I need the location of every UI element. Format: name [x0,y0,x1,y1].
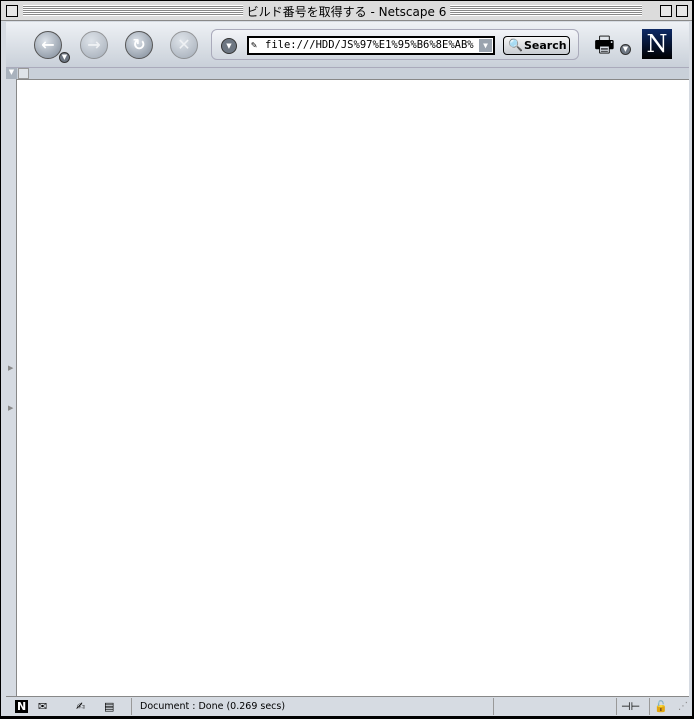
title-bar[interactable]: ビルド番号を取得する - Netscape 6 [1,1,692,21]
divider [131,698,132,715]
status-bar: N ✉ ✍ ▤ Document : Done (0.269 secs) ⊣⊢ … [6,696,689,716]
close-box[interactable] [6,5,18,17]
bookmarks-dropdown-icon[interactable]: ▼ [221,38,237,54]
sidebar-open-icon[interactable]: ▶ [8,364,13,372]
back-dropdown-icon[interactable]: ▼ [59,52,70,63]
url-text: file:///HDD/JS%97%E1%95%B6%8E%AB% [265,39,474,51]
reload-button[interactable]: ↻ [125,31,153,59]
url-history-dropdown-icon[interactable]: ▼ [479,39,492,52]
search-button[interactable]: 🔍 Search [503,36,570,55]
page-content [17,79,689,696]
link-icon: ✎ [251,40,258,51]
divider [616,698,617,715]
collapse-box[interactable] [676,5,688,17]
personal-toolbar-strip: ▼ [6,67,689,79]
zoom-box[interactable] [660,5,672,17]
url-bar-group: ▼ ✎ file:///HDD/JS%97%E1%95%B6%8E%AB% ▼ … [211,29,579,60]
netscape-logo[interactable]: N [642,29,672,59]
print-icon[interactable]: 🖶 [594,28,615,66]
navigation-toolbar: ← ▼ → ↻ ✕ ▼ ✎ file:///HDD/JS%97%E1%95%B6… [6,22,689,67]
sidebar-grippy[interactable]: ▶ ▶ [6,79,17,696]
divider [493,698,494,715]
composer-icon[interactable]: ✍ [76,700,85,713]
search-label: Search [524,39,567,52]
magnifier-icon: 🔍 [508,38,523,52]
back-button[interactable]: ← [34,31,62,59]
toolbar-grippy[interactable] [18,68,29,79]
browser-window: ビルド番号を取得する - Netscape 6 ← ▼ → ↻ ✕ ▼ ✎ fi… [0,0,694,719]
sidebar-open-icon-2[interactable]: ▶ [8,404,13,412]
netscape-icon[interactable]: N [15,700,29,713]
status-text: Document : Done (0.269 secs) [140,701,286,712]
forward-button[interactable]: → [80,31,108,59]
address-book-icon[interactable]: ▤ [104,700,114,713]
security-lock-icon[interactable]: 🔓 [654,700,668,713]
mail-icon[interactable]: ✉ [38,700,47,713]
online-plug-icon[interactable]: ⊣⊢ [621,700,640,713]
divider [649,698,650,715]
print-dropdown-icon[interactable]: ▼ [620,44,631,55]
window-title: ビルド番号を取得する - Netscape 6 [242,3,451,20]
url-input[interactable]: ✎ file:///HDD/JS%97%E1%95%B6%8E%AB% ▼ [247,36,495,55]
collapse-toolbar-icon[interactable]: ▼ [6,68,17,79]
stop-button[interactable]: ✕ [170,31,198,59]
resize-grip-icon[interactable]: ⋰ [678,701,688,712]
